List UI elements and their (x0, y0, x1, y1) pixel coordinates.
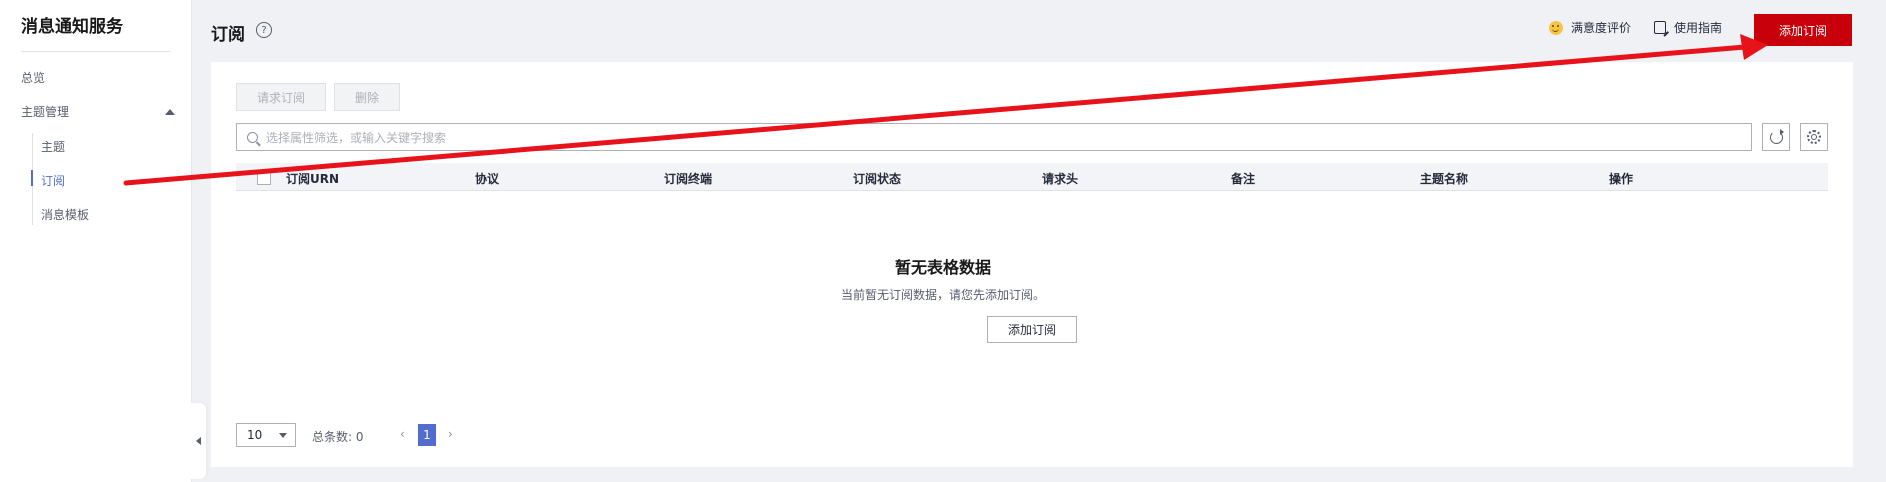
column-header: 协议 (475, 172, 500, 186)
sidebar-item-label: 主题管理 (21, 105, 70, 119)
empty-state-title: 暂无表格数据 (894, 258, 991, 277)
select-all-checkbox[interactable] (257, 171, 271, 185)
guide-label: 使用指南 (1674, 21, 1723, 35)
guide-link[interactable]: 使用指南 (1654, 19, 1722, 36)
page-size-value: 10 (247, 428, 263, 442)
refresh-icon (1769, 128, 1784, 144)
help-icon[interactable]: ? (256, 22, 272, 38)
collapse-left-icon (195, 437, 201, 445)
sidebar-divider (21, 51, 170, 52)
column-header: 主题名称 (1420, 172, 1469, 186)
sidebar-collapse-button[interactable] (190, 403, 206, 479)
total-count: 总条数: 0 (312, 430, 364, 444)
sidebar-item-overview[interactable]: 总览 (21, 69, 45, 86)
edit-doc-icon (1654, 21, 1666, 34)
sidebar-item-topics[interactable]: 主题 (41, 138, 65, 155)
active-indicator (31, 170, 33, 186)
empty-add-subscription-button[interactable]: 添加订阅 (987, 316, 1077, 343)
smile-icon (1549, 20, 1563, 35)
collapse-caret-icon (165, 108, 175, 115)
settings-button[interactable] (1800, 123, 1828, 151)
refresh-button[interactable] (1762, 123, 1790, 151)
request-subscription-button[interactable]: 请求订阅 (236, 83, 326, 111)
service-title: 消息通知服务 (21, 17, 123, 37)
sidebar: 消息通知服务 总览 主题管理 主题 订阅 消息模板 (0, 0, 192, 482)
table-header: 订阅URN 协议 订阅终端 订阅状态 请求头 备注 主题名称 操作 (236, 163, 1828, 191)
gear-icon (1807, 130, 1821, 144)
next-page-button[interactable]: › (448, 427, 453, 441)
search-placeholder: 选择属性筛选，或输入关键字搜索 (266, 130, 447, 145)
page-size-select[interactable]: 10 (236, 423, 296, 447)
search-input[interactable]: 选择属性筛选，或输入关键字搜索 (236, 123, 1752, 151)
column-header: 订阅状态 (853, 172, 902, 186)
page-number-1[interactable]: 1 (418, 424, 436, 446)
add-subscription-button[interactable]: 添加订阅 (1754, 14, 1852, 46)
sidebar-item-message-templates[interactable]: 消息模板 (41, 206, 89, 223)
chevron-down-icon (279, 432, 287, 438)
column-header: 订阅URN (286, 172, 340, 186)
delete-button[interactable]: 删除 (334, 83, 400, 111)
column-header: 备注 (1231, 172, 1256, 186)
prev-page-button[interactable]: ‹ (400, 427, 405, 441)
column-header: 请求头 (1042, 172, 1079, 186)
sidebar-item-subscriptions[interactable]: 订阅 (41, 172, 65, 189)
empty-state-description: 当前暂无订阅数据，请您先添加订阅。 (840, 288, 1045, 302)
satisfaction-link[interactable]: 满意度评价 (1549, 19, 1631, 36)
search-icon (247, 131, 258, 143)
page-title: 订阅 (211, 25, 245, 45)
column-header: 操作 (1609, 172, 1634, 186)
sidebar-item-topic-management[interactable]: 主题管理 (21, 103, 177, 120)
column-header: 订阅终端 (664, 172, 713, 186)
satisfaction-label: 满意度评价 (1571, 21, 1632, 35)
